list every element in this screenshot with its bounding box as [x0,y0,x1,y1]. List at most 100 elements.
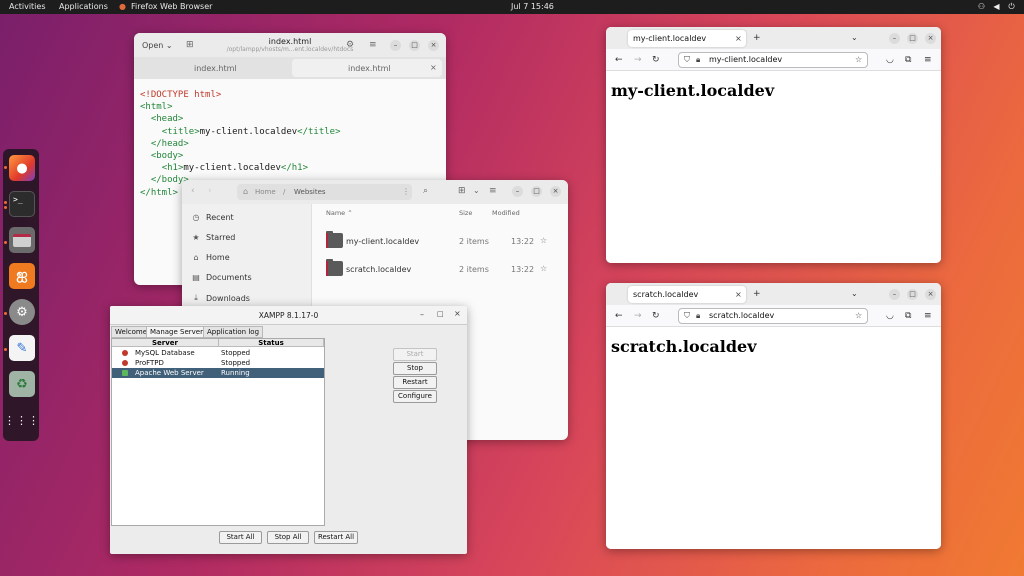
close-tab-icon[interactable]: × [735,286,742,303]
star-icon[interactable]: ☆ [540,264,547,273]
settings-icon[interactable]: ⚙ [346,40,354,50]
close-button[interactable]: × [428,40,439,51]
minimize-button[interactable]: – [390,40,401,51]
tab-manage-servers[interactable]: Manage Servers [146,326,211,338]
close-button[interactable]: × [550,186,561,197]
new-tab-icon[interactable]: + [753,289,761,299]
start-button[interactable]: Start [393,348,437,361]
back-icon[interactable]: ‹ [191,186,195,196]
column-modified[interactable]: Modified [492,209,520,217]
sidebar-item-downloads[interactable]: ⤓ Downloads [191,293,250,303]
shield-icon[interactable]: ⛉ [684,53,690,67]
forward-icon[interactable]: → [634,311,642,321]
kebab-menu-icon[interactable]: ⋮ [402,187,410,196]
editor-tab[interactable]: index.html [194,64,237,73]
breadcrumb-current[interactable]: Websites [294,188,326,196]
forward-icon[interactable]: › [208,186,212,196]
sidebar-item-recent[interactable]: ◷ Recent [191,213,234,222]
minimize-button[interactable]: – [512,186,523,197]
reload-icon[interactable]: ↻ [652,55,660,65]
sidebar-item-home[interactable]: ⌂ Home [191,253,229,262]
editor-tab-active[interactable]: index.html × [292,59,442,77]
bookmark-star-icon[interactable]: ☆ [855,53,862,67]
file-row[interactable]: scratch.localdev 2 items 13:22 ☆ [326,259,556,279]
grid-view-icon[interactable]: ⊞ [458,186,466,196]
dock-settings[interactable]: ⚙ [9,299,35,325]
maximize-button[interactable]: □ [409,40,420,51]
focused-app-label[interactable]: Firefox Web Browser [131,2,212,11]
pocket-icon[interactable]: ◡ [886,55,894,65]
configure-button[interactable]: Configure [393,390,437,403]
server-row[interactable]: ProFTPD Stopped [112,358,324,368]
maximize-button[interactable]: □ [907,289,918,300]
clock[interactable]: Jul 7 15:46 [511,2,554,11]
column-size[interactable]: Size [459,209,472,217]
column-name[interactable]: Name ⌃ [326,209,353,217]
stop-all-button[interactable]: Stop All [267,531,309,544]
browser-tab[interactable]: my-client.localdev × [628,30,746,47]
minimize-button[interactable]: – [420,310,424,319]
maximize-button[interactable]: □ [437,310,444,318]
dock-firefox[interactable]: ● [9,155,35,181]
server-row[interactable]: Apache Web Server Running [112,368,324,378]
menu-icon[interactable]: ≡ [489,186,497,196]
menu-icon[interactable]: ≡ [924,311,932,321]
sidebar-item-starred[interactable]: ★ Starred [191,233,235,242]
shield-icon[interactable]: ⛉ [684,309,690,323]
minimize-button[interactable]: – [889,289,900,300]
new-tab-icon[interactable]: + [753,33,761,43]
pocket-icon[interactable]: ◡ [886,311,894,321]
sidebar-item-documents[interactable]: ▤ Documents [191,273,251,282]
back-icon[interactable]: ← [615,55,623,65]
extensions-icon[interactable]: ⧉ [905,55,911,65]
stop-button[interactable]: Stop [393,362,437,375]
file-row[interactable]: my-client.localdev 2 items 13:22 ☆ [326,231,556,251]
dock-xampp[interactable]: ஐ [9,263,35,289]
extensions-icon[interactable]: ⧉ [905,311,911,321]
chevron-down-icon[interactable]: ⌄ [473,186,480,195]
menu-icon[interactable]: ≡ [924,55,932,65]
browser-tab[interactable]: scratch.localdev × [628,286,746,303]
volume-icon[interactable]: ◀ [992,2,1001,11]
back-icon[interactable]: ← [615,311,623,321]
dock-files[interactable] [9,227,35,253]
close-button[interactable]: × [925,289,936,300]
power-icon[interactable]: ⏻ [1007,2,1016,11]
maximize-button[interactable]: □ [531,186,542,197]
chevron-down-icon[interactable]: ⌄ [851,33,858,43]
url-bar[interactable]: ⛉ 🔒︎ my-client.localdev ☆ [678,52,868,68]
activities-button[interactable]: Activities [9,2,46,11]
close-button[interactable]: × [925,33,936,44]
dock-trash[interactable]: ♻ [9,371,35,397]
lock-icon[interactable]: 🔒︎ [696,309,700,323]
dock-show-apps[interactable]: ⋮⋮⋮ [4,407,39,433]
chevron-down-icon[interactable]: ⌄ [851,289,858,299]
star-icon[interactable]: ☆ [540,236,547,245]
xampp-icon: ஐ [16,267,28,283]
document-icon: ▤ [192,273,200,282]
breadcrumb-home[interactable]: Home [255,188,276,196]
url-bar[interactable]: ⛉ 🔒︎ scratch.localdev ☆ [678,308,868,324]
close-button[interactable]: × [454,309,461,318]
restart-all-button[interactable]: Restart All [314,531,358,544]
lock-icon[interactable]: 🔒︎ [696,53,700,67]
start-all-button[interactable]: Start All [219,531,262,544]
bookmark-star-icon[interactable]: ☆ [855,309,862,323]
close-tab-icon[interactable]: × [430,63,437,72]
forward-icon[interactable]: → [634,55,642,65]
maximize-button[interactable]: □ [907,33,918,44]
menu-icon[interactable]: ≡ [369,40,377,50]
close-tab-icon[interactable]: × [735,30,742,47]
tab-application-log[interactable]: Application log [203,326,264,338]
dock-text-editor[interactable]: ✎ [9,335,35,361]
column-server[interactable]: Server [112,339,219,347]
search-icon[interactable]: ⌕ [423,186,428,196]
reload-icon[interactable]: ↻ [652,311,660,321]
restart-button[interactable]: Restart [393,376,437,389]
column-status[interactable]: Status [219,339,324,347]
dock-terminal[interactable]: >_ [9,191,35,217]
server-row[interactable]: MySQL Database Stopped [112,348,324,358]
applications-menu[interactable]: Applications [59,2,108,11]
minimize-button[interactable]: – [889,33,900,44]
network-icon[interactable]: ⚇ [977,2,986,11]
